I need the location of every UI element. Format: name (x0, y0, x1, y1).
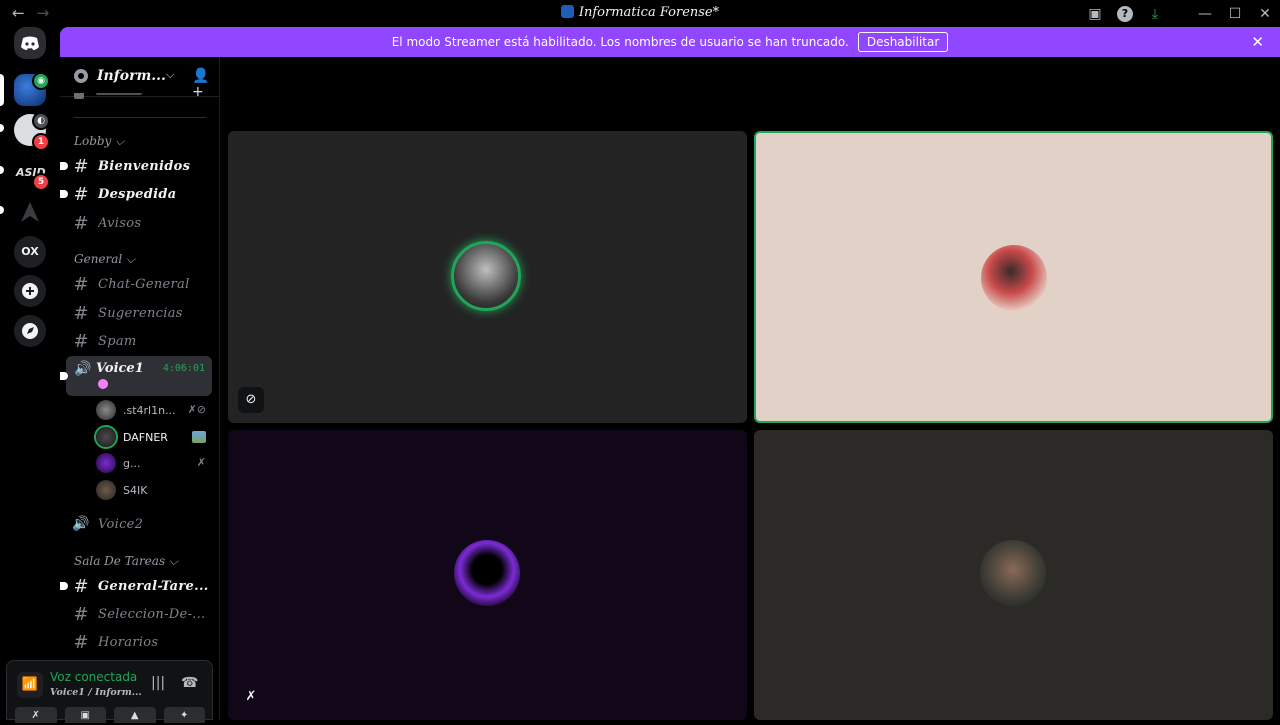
speaker-icon: 🔊 (74, 361, 92, 377)
server-name: Inform... (97, 68, 166, 84)
server-2-voice-icon: ◐ (32, 112, 50, 130)
hide-video-icon[interactable]: ⊘ (238, 387, 264, 413)
voice-user[interactable]: .st4rl1n... ✗⊘ (96, 399, 212, 421)
server-4-icon[interactable] (14, 196, 46, 228)
channel-seleccion[interactable]: # Seleccion-De-... (66, 601, 214, 627)
unread-pill (0, 124, 4, 132)
channel-spam[interactable]: # Spam (66, 328, 214, 354)
unread-pill (0, 166, 4, 174)
unread-indicator (60, 582, 68, 590)
voice-channel-voice1[interactable]: 🔊 Voice1 4:06:01 (60, 356, 212, 396)
unread-indicator (60, 162, 68, 170)
server-ox-icon[interactable]: OX (14, 236, 46, 268)
mute-icon: ✗ (196, 456, 206, 469)
disable-streamer-button[interactable]: Deshabilitar (857, 32, 949, 52)
mute-deafen-icon: ✗⊘ (187, 403, 206, 416)
screen-share-button[interactable]: ▣ (64, 707, 106, 723)
voice-user[interactable]: g... ✗ (96, 452, 212, 474)
channel-despedida[interactable]: # Despedida (60, 181, 214, 207)
unread-indicator (60, 372, 68, 380)
server-settings-icon[interactable] (74, 69, 88, 83)
hash-icon: # (73, 212, 89, 234)
voice-location[interactable]: Voice1 / Inform... (50, 687, 142, 698)
voice-indicator-icon: ◉ (32, 72, 50, 90)
camera-button[interactable]: ✗ (15, 707, 57, 723)
avatar (454, 540, 520, 606)
streamer-mode-banner: El modo Streamer está habilitado. Los no… (60, 27, 1280, 57)
channel-chat-general[interactable]: # Chat-General (66, 271, 214, 297)
channel-horarios[interactable]: # Horarios (66, 629, 214, 655)
hash-icon: # (73, 302, 89, 324)
maximize-icon[interactable]: ☐ (1220, 6, 1250, 22)
activity-button[interactable]: ▲ (114, 707, 156, 723)
unread-indicator (60, 190, 68, 198)
signal-icon[interactable]: 📶 (17, 672, 43, 698)
minimize-icon[interactable]: — (1190, 6, 1220, 22)
banner-close-icon[interactable]: ✕ (1251, 33, 1264, 51)
voice-connected-panel: 📶 Voz conectada Voice1 / Inform... ||| ☎… (6, 660, 213, 723)
hash-icon: # (73, 273, 89, 295)
server-header[interactable]: Inform... ⌵ 👤+ (60, 57, 220, 100)
discord-home-icon[interactable] (14, 27, 46, 59)
scrolled-channel (74, 93, 144, 101)
unread-pill (0, 206, 4, 214)
category-general[interactable]: General ⌵ (74, 252, 135, 267)
selected-server-pill (0, 74, 4, 106)
hash-icon: # (73, 155, 89, 177)
voice-user[interactable]: S4IK (96, 479, 212, 501)
activity-emoji-icon (98, 379, 108, 389)
channel-sidebar: Inform... ⌵ 👤+ Lobby ⌵ # Bienvenidos # D… (60, 57, 220, 720)
participant-tile[interactable] (754, 430, 1273, 720)
server-2-mention-badge: 1 (32, 133, 50, 151)
banner-message: El modo Streamer está habilitado. Los no… (391, 35, 849, 49)
voice-user[interactable]: DAFNER (96, 426, 212, 448)
participant-tile[interactable]: ⊘ (228, 131, 747, 423)
soundboard-button[interactable]: ✦ (163, 707, 205, 723)
avatar (96, 480, 116, 500)
avatar (451, 241, 521, 311)
chevron-down-icon: ⌵ (166, 68, 175, 81)
hash-icon: # (73, 631, 89, 653)
hash-icon: # (73, 603, 89, 625)
explore-icon[interactable] (14, 315, 46, 347)
participant-tile-speaking[interactable] (754, 131, 1273, 423)
channel-sugerencias[interactable]: # Sugerencias (66, 300, 214, 326)
category-sala-de-tareas[interactable]: Sala De Tareas ⌵ (74, 554, 178, 569)
download-icon[interactable]: ⤓ (1140, 6, 1170, 22)
avatar (96, 427, 116, 447)
noise-suppression-icon[interactable]: ||| (151, 675, 165, 691)
close-icon[interactable]: ✕ (1250, 6, 1280, 22)
participant-tile[interactable]: ✗ (228, 430, 747, 720)
voice-channel-voice2[interactable]: 🔊 Voice2 (66, 511, 214, 537)
muted-icon[interactable]: ✗ (238, 684, 264, 710)
hash-icon: # (73, 575, 89, 597)
voice-channel-label: Voice1 (96, 361, 144, 376)
voice-status[interactable]: Voz conectada (50, 670, 137, 684)
channel-bienvenidos[interactable]: # Bienvenidos (60, 153, 214, 179)
server-icon (560, 5, 574, 18)
help-icon[interactable]: ? (1117, 5, 1133, 22)
disconnect-icon[interactable]: ☎ (181, 675, 198, 691)
avatar (981, 245, 1047, 311)
live-stream-icon (192, 431, 206, 443)
window-controls: ▣ ? ⤓ — ☐ ✕ (1080, 0, 1280, 27)
channel-avisos[interactable]: # Avisos (66, 210, 214, 236)
call-timer: 4:06:01 (162, 363, 205, 374)
add-server-icon[interactable] (14, 275, 46, 307)
invite-people-icon[interactable]: 👤+ (192, 68, 220, 100)
hash-icon: # (73, 183, 89, 205)
avatar (96, 453, 116, 473)
channel-general-tareas[interactable]: # General-Tare... (60, 573, 214, 599)
inbox-icon[interactable]: ▣ (1080, 6, 1110, 22)
server-rail: ◉ ◐ 1 ASID 5 OX (0, 27, 60, 720)
divider (74, 117, 206, 118)
speaker-icon: 🔊 (72, 516, 90, 532)
avatar (96, 400, 116, 420)
server-3-mention-badge: 5 (32, 173, 50, 191)
avatar (980, 540, 1046, 606)
title-bar: ← → Informatica Forense* ▣ ? ⤓ — ☐ ✕ (0, 0, 1280, 27)
category-lobby[interactable]: Lobby ⌵ (74, 134, 124, 149)
hash-icon: # (73, 330, 89, 352)
